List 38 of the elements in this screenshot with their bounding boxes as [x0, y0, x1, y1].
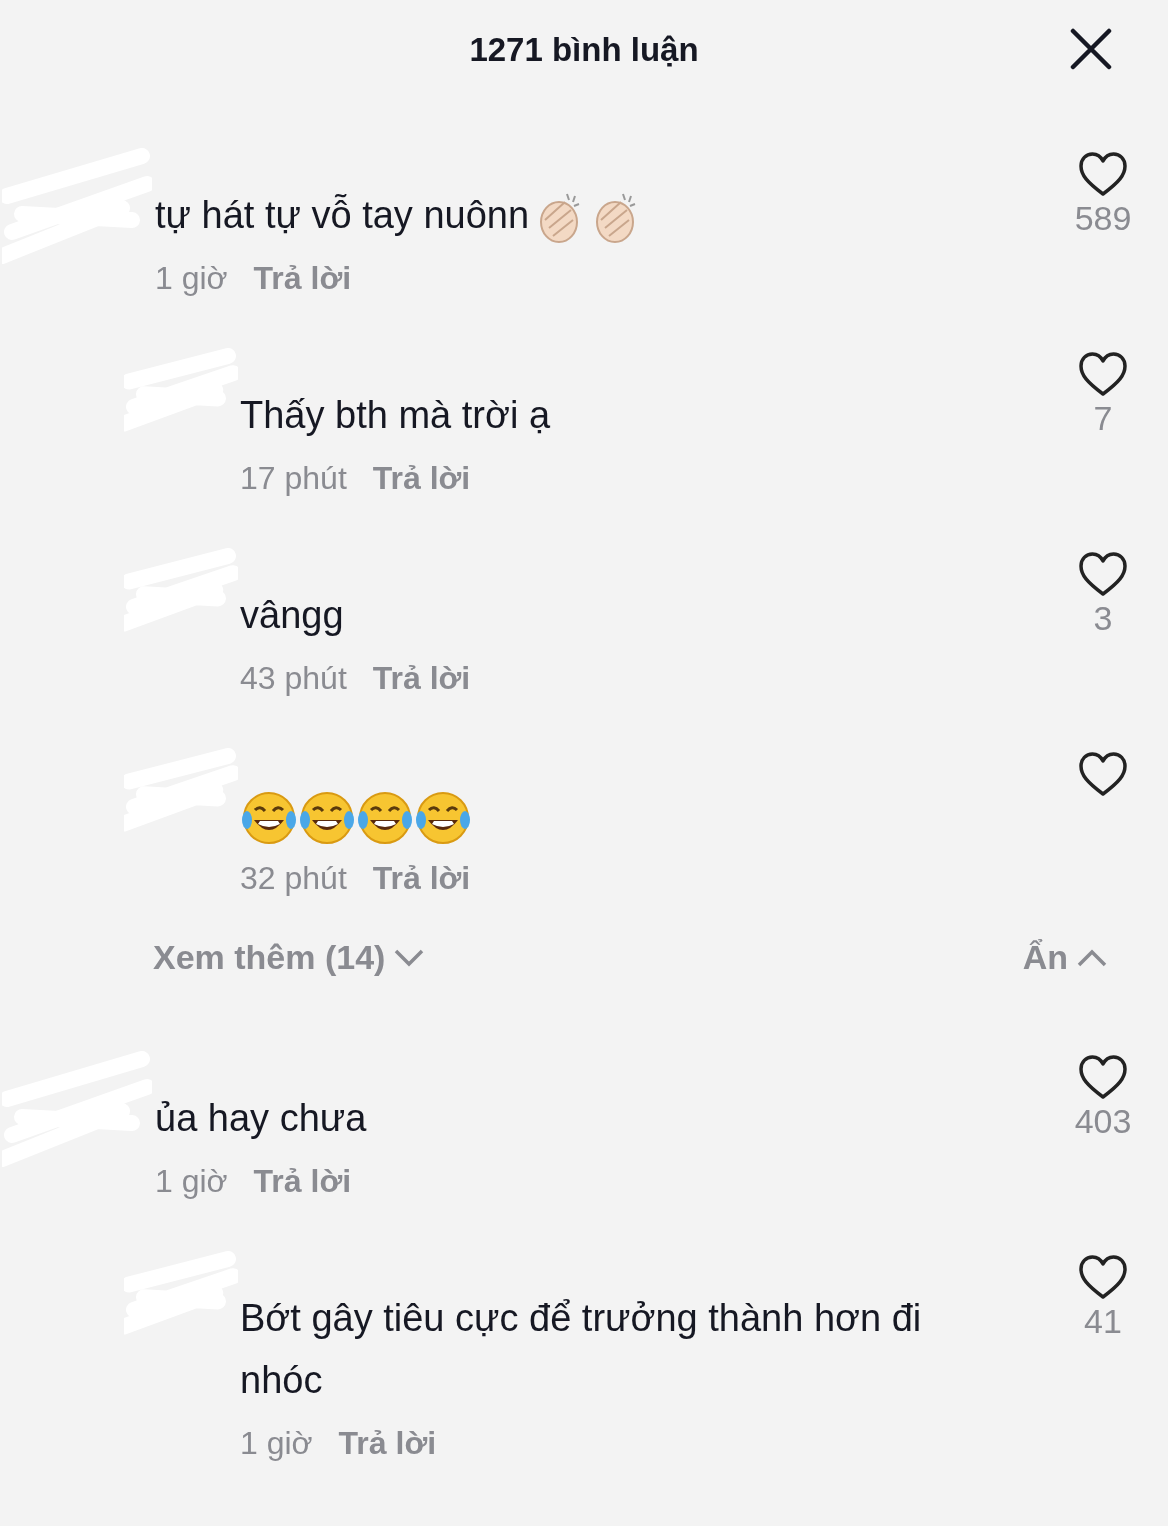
like-count: 41 — [1084, 1301, 1122, 1341]
comment-text: ủa hay chưa — [155, 1097, 367, 1139]
comments-title: 1271 bình luận — [469, 30, 699, 71]
view-more-button[interactable]: Xem thêm (14) — [153, 932, 426, 983]
laughing-face-icon — [298, 789, 356, 846]
chevron-down-icon — [393, 947, 426, 968]
reply-link[interactable]: Trả lời — [372, 446, 471, 510]
hide-button[interactable]: Ẩn — [1022, 932, 1108, 983]
like-button[interactable] — [1077, 750, 1129, 798]
comment-text: Bớt gây tiêu cực để trưởng thành hơn đi nhóc — [240, 1297, 922, 1401]
comment-time: 43 phút — [240, 659, 347, 698]
reply-link[interactable]: Trả lời — [253, 1149, 352, 1213]
laughing-face-icon — [240, 789, 298, 846]
like-button[interactable] — [1077, 1053, 1129, 1101]
like-button[interactable] — [1077, 1253, 1129, 1301]
comment-time: 1 giờ — [240, 1424, 313, 1463]
like-count: 3 — [1093, 598, 1113, 638]
reply-link[interactable]: Trả lời — [372, 646, 471, 710]
comment-time: 32 phút — [240, 859, 347, 898]
close-button[interactable] — [1070, 28, 1112, 70]
laughing-face-icon — [356, 789, 414, 846]
comment-time: 17 phút — [240, 459, 347, 498]
laughing-face-icon — [414, 789, 472, 846]
reply-link[interactable]: Trả lời — [253, 246, 352, 310]
comment-time: 1 giờ — [155, 259, 228, 298]
chevron-up-icon — [1076, 947, 1108, 968]
reply-link[interactable]: Trả lời — [372, 846, 471, 910]
like-count: 7 — [1093, 398, 1113, 438]
comment-text: vângg — [240, 594, 344, 636]
comment-text: tự hát tự vỗ tay nuônn — [155, 194, 530, 236]
like-button[interactable] — [1077, 350, 1129, 398]
like-button[interactable] — [1077, 150, 1129, 198]
like-count: 403 — [1074, 1101, 1132, 1141]
like-button[interactable] — [1077, 550, 1129, 598]
like-count: 589 — [1074, 198, 1132, 238]
comment-text: Thấy bth mà trời ạ — [240, 394, 551, 436]
comment-time: 1 giờ — [155, 1162, 228, 1201]
reply-link[interactable]: Trả lời — [338, 1411, 437, 1475]
